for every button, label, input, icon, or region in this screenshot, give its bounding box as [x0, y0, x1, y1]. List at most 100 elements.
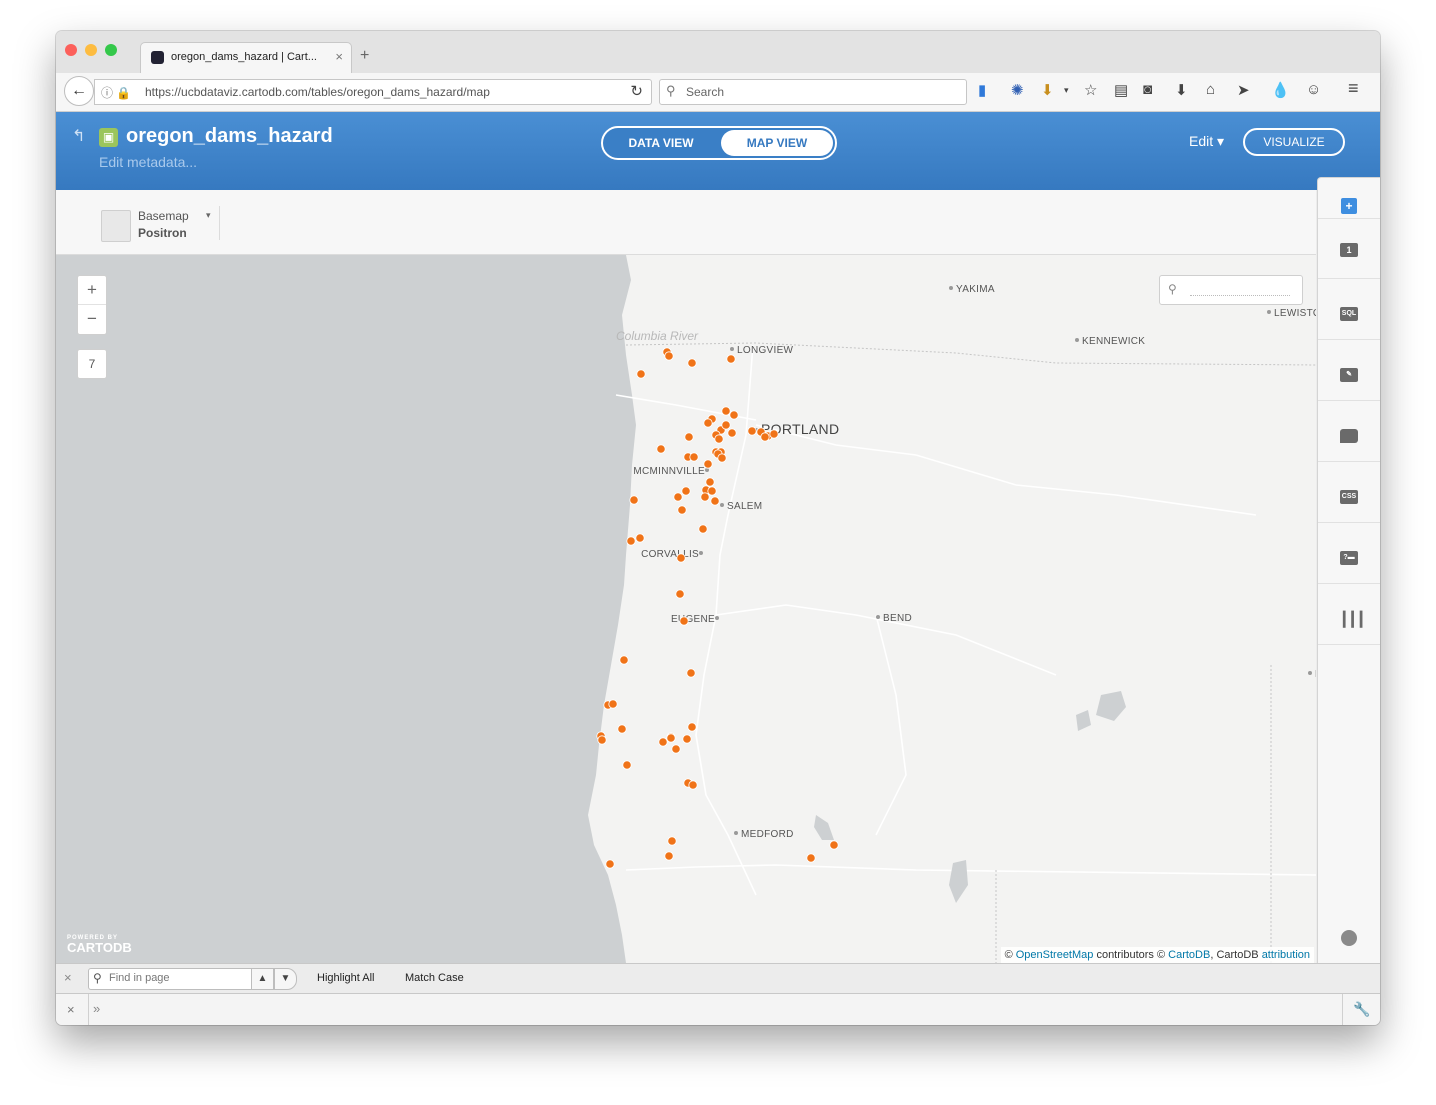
search-placeholder[interactable]: Search [686, 85, 724, 99]
match-case-toggle[interactable]: Match Case [405, 972, 464, 984]
dam-point[interactable] [686, 668, 696, 678]
lightbulb-icon[interactable] [1341, 930, 1357, 946]
tab-cartodb[interactable]: oregon_dams_hazard | Cart... × [140, 42, 352, 74]
dam-point[interactable] [729, 410, 739, 420]
dam-point[interactable] [608, 699, 618, 709]
infowindow-tool[interactable] [1318, 401, 1380, 462]
find-input[interactable]: ⚲ Find in page [88, 968, 252, 990]
bookmark-star-icon[interactable]: ☆ [1084, 81, 1097, 99]
table-title[interactable]: oregon_dams_hazard [126, 125, 333, 148]
dam-point[interactable] [698, 524, 708, 534]
dam-point[interactable] [714, 434, 724, 444]
search-bar[interactable]: ⚲ Search [659, 79, 967, 105]
emoji-icon[interactable]: ☺ [1306, 81, 1321, 98]
cartodb-link[interactable]: CartoDB [1168, 949, 1210, 961]
home-icon[interactable]: ⌂ [1206, 81, 1215, 98]
download-helper-icon[interactable]: ⬇ [1041, 81, 1054, 99]
hamburger-menu-icon[interactable]: ≡ [1348, 78, 1359, 99]
zoom-out-button[interactable]: − [78, 305, 106, 333]
paintbrush-icon[interactable]: ✎ [1340, 368, 1358, 382]
more-tools-icon[interactable]: » [93, 1001, 100, 1016]
legend-icon[interactable]: ?▬ [1340, 551, 1358, 565]
find-placeholder[interactable]: Find in page [109, 972, 170, 984]
attribution-link[interactable]: attribution [1262, 949, 1310, 961]
extension-icon[interactable]: ✺ [1011, 81, 1024, 99]
dam-point[interactable] [619, 655, 629, 665]
database-icon[interactable]: ▮ [978, 81, 986, 99]
dam-point[interactable] [727, 428, 737, 438]
dam-point[interactable] [688, 780, 698, 790]
dam-point[interactable] [705, 477, 715, 487]
map-view-tab[interactable]: MAP VIEW [721, 130, 833, 156]
wrench-icon[interactable]: 🔧 [1353, 1001, 1370, 1018]
dam-point[interactable] [677, 505, 687, 515]
filters-tool[interactable]: ┃┃┃ [1318, 584, 1380, 645]
tab-close-icon[interactable]: × [335, 49, 343, 64]
dam-point[interactable] [629, 495, 639, 505]
dam-point[interactable] [667, 836, 677, 846]
dam-point[interactable] [597, 735, 607, 745]
site-info-icon[interactable]: ⓘ 🔒 [101, 84, 131, 101]
dam-point[interactable] [769, 429, 779, 439]
sql-tool[interactable]: SQL [1318, 279, 1380, 340]
reading-list-icon[interactable]: ▤ [1114, 81, 1128, 99]
dam-point[interactable] [671, 744, 681, 754]
dam-point[interactable] [806, 853, 816, 863]
dam-point[interactable] [681, 486, 691, 496]
data-view-tab[interactable]: DATA VIEW [603, 128, 719, 158]
dam-point[interactable] [666, 733, 676, 743]
dam-point[interactable] [721, 406, 731, 416]
dam-point[interactable] [689, 452, 699, 462]
dam-point[interactable] [664, 851, 674, 861]
back-arrow-icon[interactable]: ↰ [72, 126, 85, 146]
legend-tool[interactable]: ?▬ [1318, 523, 1380, 584]
close-devtools-icon[interactable]: × [67, 1002, 75, 1017]
dam-point[interactable] [658, 737, 668, 747]
dam-point[interactable] [626, 536, 636, 546]
add-layer-icon[interactable]: + [1341, 198, 1357, 214]
dam-point[interactable] [676, 553, 686, 563]
map-canvas[interactable]: Columbia River YAKIMA LONGVIEW KENNEWICK LE… [56, 255, 1316, 963]
dam-point[interactable] [703, 459, 713, 469]
chevron-down-icon[interactable]: ▾ [1064, 85, 1069, 96]
dam-point[interactable] [684, 432, 694, 442]
add-layer-item[interactable]: + [1318, 178, 1380, 219]
wizard-tool[interactable]: ✎ [1318, 340, 1380, 401]
visualize-button[interactable]: VISUALIZE [1243, 128, 1345, 156]
zoom-in-button[interactable]: + [78, 276, 106, 305]
dam-point[interactable] [700, 492, 710, 502]
dam-point[interactable] [635, 533, 645, 543]
css-tool[interactable]: CSS [1318, 462, 1380, 523]
dam-point[interactable] [617, 724, 627, 734]
layer-number-icon[interactable]: 1 [1340, 243, 1358, 257]
edit-dropdown[interactable]: Edit ▾ [1189, 133, 1224, 150]
dam-point[interactable] [703, 418, 713, 428]
drop-icon[interactable]: 💧 [1271, 81, 1290, 99]
map-search-input[interactable]: ⚲ [1159, 275, 1303, 305]
basemap-label[interactable]: Basemap [138, 209, 189, 223]
dam-point[interactable] [726, 354, 736, 364]
openstreetmap-link[interactable]: OpenStreetMap [1016, 949, 1094, 961]
send-icon[interactable]: ➤ [1237, 81, 1250, 99]
basemap-value[interactable]: Positron [138, 226, 187, 240]
edit-metadata-link[interactable]: Edit metadata... [99, 154, 197, 170]
close-findbar-icon[interactable]: × [64, 970, 72, 985]
dam-point[interactable] [636, 369, 646, 379]
dam-point[interactable] [721, 420, 731, 430]
new-tab-button[interactable]: + [360, 47, 369, 65]
basemap-thumbnail[interactable] [101, 210, 131, 242]
close-window-button[interactable] [65, 44, 77, 56]
downloads-icon[interactable]: ⬇ [1175, 81, 1188, 99]
dam-point[interactable] [675, 589, 685, 599]
css-icon[interactable]: CSS [1340, 490, 1358, 504]
dam-point[interactable] [605, 859, 615, 869]
histogram-icon[interactable]: ┃┃┃ [1340, 612, 1365, 626]
dam-point[interactable] [687, 358, 697, 368]
layer-item[interactable]: 1 [1318, 218, 1380, 279]
highlight-all-toggle[interactable]: Highlight All [317, 972, 374, 984]
dam-point[interactable] [622, 760, 632, 770]
dam-point[interactable] [682, 734, 692, 744]
find-next-button[interactable]: ▼ [274, 968, 297, 990]
dam-point[interactable] [829, 840, 839, 850]
minimize-window-button[interactable] [85, 44, 97, 56]
